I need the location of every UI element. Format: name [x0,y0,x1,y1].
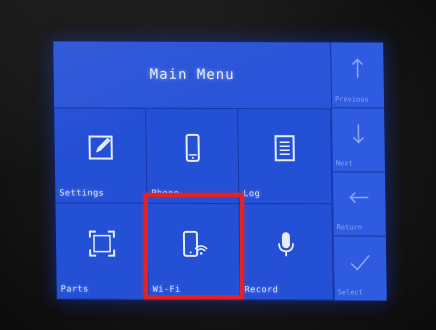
tile-label: Parts [60,284,89,295]
menu-tile-parts[interactable]: Parts [55,203,149,300]
menu-tile-phone[interactable]: Phone [146,108,240,205]
list-icon [274,135,295,162]
tile-label: Record [244,285,279,296]
arrow-down-icon [352,124,365,144]
microphone-icon [278,232,294,257]
side-button-return[interactable]: Return [333,172,386,237]
side-button-select[interactable]: Select [333,236,387,301]
menu-tile-settings[interactable]: Settings [54,108,148,204]
side-button-label: Previous [334,95,369,104]
side-button-label: Return [336,223,363,232]
side-button-label: Select [337,288,364,297]
selection-highlight-box [144,193,244,299]
check-icon [350,254,370,271]
arrow-left-icon [349,192,369,204]
device-photo: Main Menu Settings Phone Log Parts Wi-Fi… [0,0,436,330]
arrow-up-icon [351,58,364,78]
menu-title: Main Menu [149,66,235,84]
menu-tile-record[interactable]: Record [239,204,334,301]
side-button-next[interactable]: Next [332,108,385,173]
tile-label: Settings [59,188,105,199]
phone-icon [185,134,200,163]
side-button-label: Next [335,159,353,168]
side-button-previous[interactable]: Previous [331,42,385,109]
title-bar: Main Menu [53,41,333,110]
side-button-column: Previous Next Return Select [331,42,387,301]
menu-tile-log[interactable]: Log [238,109,333,205]
tile-label: Log [243,189,261,200]
frame-icon [88,230,115,257]
edit-icon [88,136,113,161]
